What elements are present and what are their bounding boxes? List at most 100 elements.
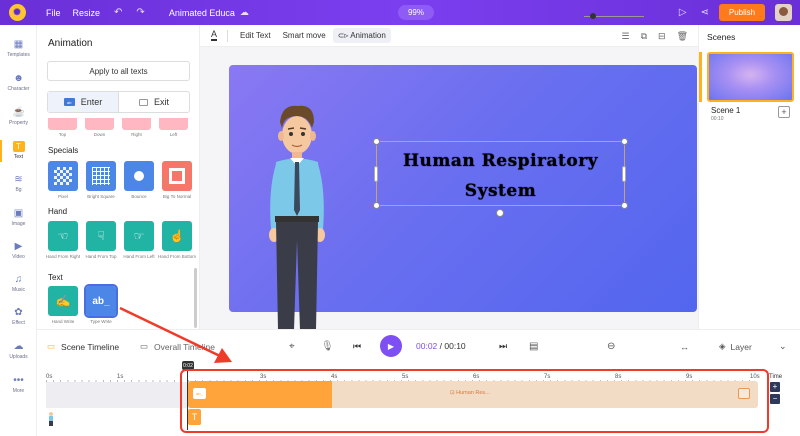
- lock-icon[interactable]: ⊟: [658, 31, 666, 42]
- anim-bounce[interactable]: Bounce: [124, 161, 154, 199]
- layer-button[interactable]: ◈ Layer: [719, 330, 752, 363]
- anim-hand-from-right[interactable]: ☜ Hand From Right: [46, 221, 80, 259]
- teacher-character[interactable]: [262, 100, 330, 330]
- enter-icon: ab: [63, 98, 75, 106]
- skip-forward-icon[interactable]: ⏭: [499, 330, 507, 363]
- undo-icon[interactable]: ↶: [114, 7, 122, 18]
- rail-uploads[interactable]: ☁ Uploads: [0, 341, 37, 360]
- character-layer-icon[interactable]: [48, 412, 54, 426]
- hand-right-icon: ☜: [57, 229, 69, 243]
- edit-text-button[interactable]: Edit Text: [240, 31, 271, 40]
- zoom-level[interactable]: 99%: [398, 5, 434, 20]
- uploads-icon: ☁: [13, 341, 24, 352]
- align-icon[interactable]: ☰: [622, 31, 630, 42]
- rail-label: More: [12, 388, 25, 394]
- zoom-in-button[interactable]: +: [770, 382, 780, 392]
- rail-templates[interactable]: ▦ Templates: [0, 39, 37, 58]
- tab-exit-label: Exit: [153, 97, 169, 107]
- avatar[interactable]: [775, 4, 792, 21]
- file-menu[interactable]: File: [46, 8, 61, 18]
- hand-title: Hand: [48, 207, 68, 216]
- resize-handle-left[interactable]: [374, 166, 378, 182]
- anim-big-to-normal[interactable]: Big To Normal: [162, 161, 192, 199]
- annotation-arrow: [119, 306, 232, 363]
- layer-order-icon[interactable]: ⧉: [641, 31, 647, 42]
- rail-character[interactable]: ☻ Character: [0, 73, 37, 92]
- anim-hand-from-left[interactable]: ☞ Hand From Left: [123, 221, 155, 259]
- scene-timeline-tab[interactable]: ▭ Scene Timeline: [47, 330, 119, 363]
- project-title[interactable]: Animated Educa: [169, 8, 235, 18]
- rail-label: Music: [11, 287, 26, 293]
- rail-bg[interactable]: ≋ Bg: [0, 174, 37, 193]
- video-icon: ▶: [14, 241, 23, 252]
- type-write-icon: ab_: [92, 295, 110, 307]
- more-icon: •••: [13, 375, 24, 386]
- current-time: 00:02: [416, 341, 438, 351]
- apply-to-all-button[interactable]: Apply to all texts: [47, 61, 190, 81]
- cloud-save-icon: ☁: [239, 7, 249, 17]
- anim-pixel[interactable]: Pixel: [48, 161, 78, 199]
- anim-bright-square[interactable]: Bright Square: [86, 161, 116, 199]
- rail-label: Property: [9, 120, 28, 126]
- hand-left-icon: ☞: [133, 229, 145, 243]
- anim-hand-from-bottom[interactable]: ☝ Hand From Bottom: [158, 221, 196, 259]
- title-line-2: System: [464, 181, 537, 201]
- tab-exit[interactable]: Exit: [119, 92, 189, 112]
- anim-label: Pixel: [58, 194, 68, 199]
- rotate-handle[interactable]: [496, 209, 504, 217]
- zoom-out-icon[interactable]: ⊖: [607, 330, 615, 363]
- redo-icon[interactable]: ↷: [136, 7, 144, 18]
- rail-effect[interactable]: ✿ Effect: [0, 307, 37, 326]
- focus-icon[interactable]: ⌖: [289, 330, 295, 363]
- anim-label: Hand From Right: [45, 254, 81, 259]
- preview-icon[interactable]: ▷: [679, 7, 687, 18]
- hand-bottom-icon: ☝: [169, 229, 185, 243]
- rail-property[interactable]: ☕ Property: [0, 107, 37, 126]
- timeline-zoom-buttons: + −: [770, 382, 786, 406]
- font-color-button[interactable]: A: [211, 30, 218, 41]
- anim-label: Down: [93, 132, 106, 137]
- anim-left[interactable]: Left: [159, 118, 188, 137]
- effect-icon: ✿: [14, 307, 23, 318]
- play-button[interactable]: ▶: [380, 335, 402, 357]
- resize-handle-br[interactable]: [621, 202, 628, 209]
- anim-right[interactable]: Right: [122, 118, 151, 137]
- skip-back-icon[interactable]: ⏮: [353, 330, 361, 363]
- hand-row: ☜ Hand From Right ☟ Hand From Top ☞ Hand Fr…: [46, 221, 196, 259]
- anim-hand-write[interactable]: ✍ Hand Write: [48, 286, 78, 324]
- share-icon[interactable]: ⋖: [701, 7, 709, 18]
- rail-image[interactable]: ▣ Image: [0, 208, 37, 227]
- mic-icon[interactable]: 🎙: [321, 330, 334, 363]
- smart-move-button[interactable]: Smart move: [283, 31, 326, 40]
- rail-more[interactable]: ••• More: [0, 375, 37, 394]
- resize-handle-tr[interactable]: [621, 138, 628, 145]
- rail-video[interactable]: ▶ Video: [0, 241, 37, 260]
- publish-button[interactable]: Publish: [719, 4, 765, 21]
- resize-menu[interactable]: Resize: [73, 8, 101, 18]
- delete-icon[interactable]: 🗑: [677, 31, 688, 42]
- resize-handle-right[interactable]: [622, 166, 626, 182]
- tab-enter[interactable]: ab Enter: [48, 92, 119, 112]
- app-logo[interactable]: ✺: [0, 0, 34, 25]
- rail-music[interactable]: ♫ Music: [0, 274, 37, 293]
- anim-top[interactable]: Top: [48, 118, 77, 137]
- rail-text[interactable]: T Text: [0, 141, 37, 160]
- zoom-out-button[interactable]: −: [770, 394, 780, 404]
- animation-button[interactable]: ⊂▹ Animation: [332, 28, 391, 43]
- anim-down[interactable]: Down: [85, 118, 114, 137]
- anim-label: Hand Write: [51, 319, 75, 324]
- rail-label: Templates: [7, 52, 30, 58]
- add-scene-button[interactable]: +: [778, 106, 790, 118]
- bounce-icon: [134, 171, 144, 181]
- anim-hand-from-top[interactable]: ☟ Hand From Top: [86, 221, 116, 259]
- collapse-timeline-icon[interactable]: ⌄: [779, 330, 787, 363]
- exit-icon: [138, 98, 148, 106]
- resize-handle-bl[interactable]: [373, 202, 380, 209]
- slider-knob[interactable]: [590, 13, 596, 19]
- scene-thumbnail[interactable]: [707, 52, 794, 102]
- subtitle-icon[interactable]: ▤: [529, 330, 538, 363]
- fit-icon[interactable]: ↔: [680, 330, 689, 363]
- scenes-title: Scenes: [707, 32, 736, 42]
- resize-handle-tl[interactable]: [373, 138, 380, 145]
- slide-title[interactable]: Human Respiratory System: [376, 146, 625, 206]
